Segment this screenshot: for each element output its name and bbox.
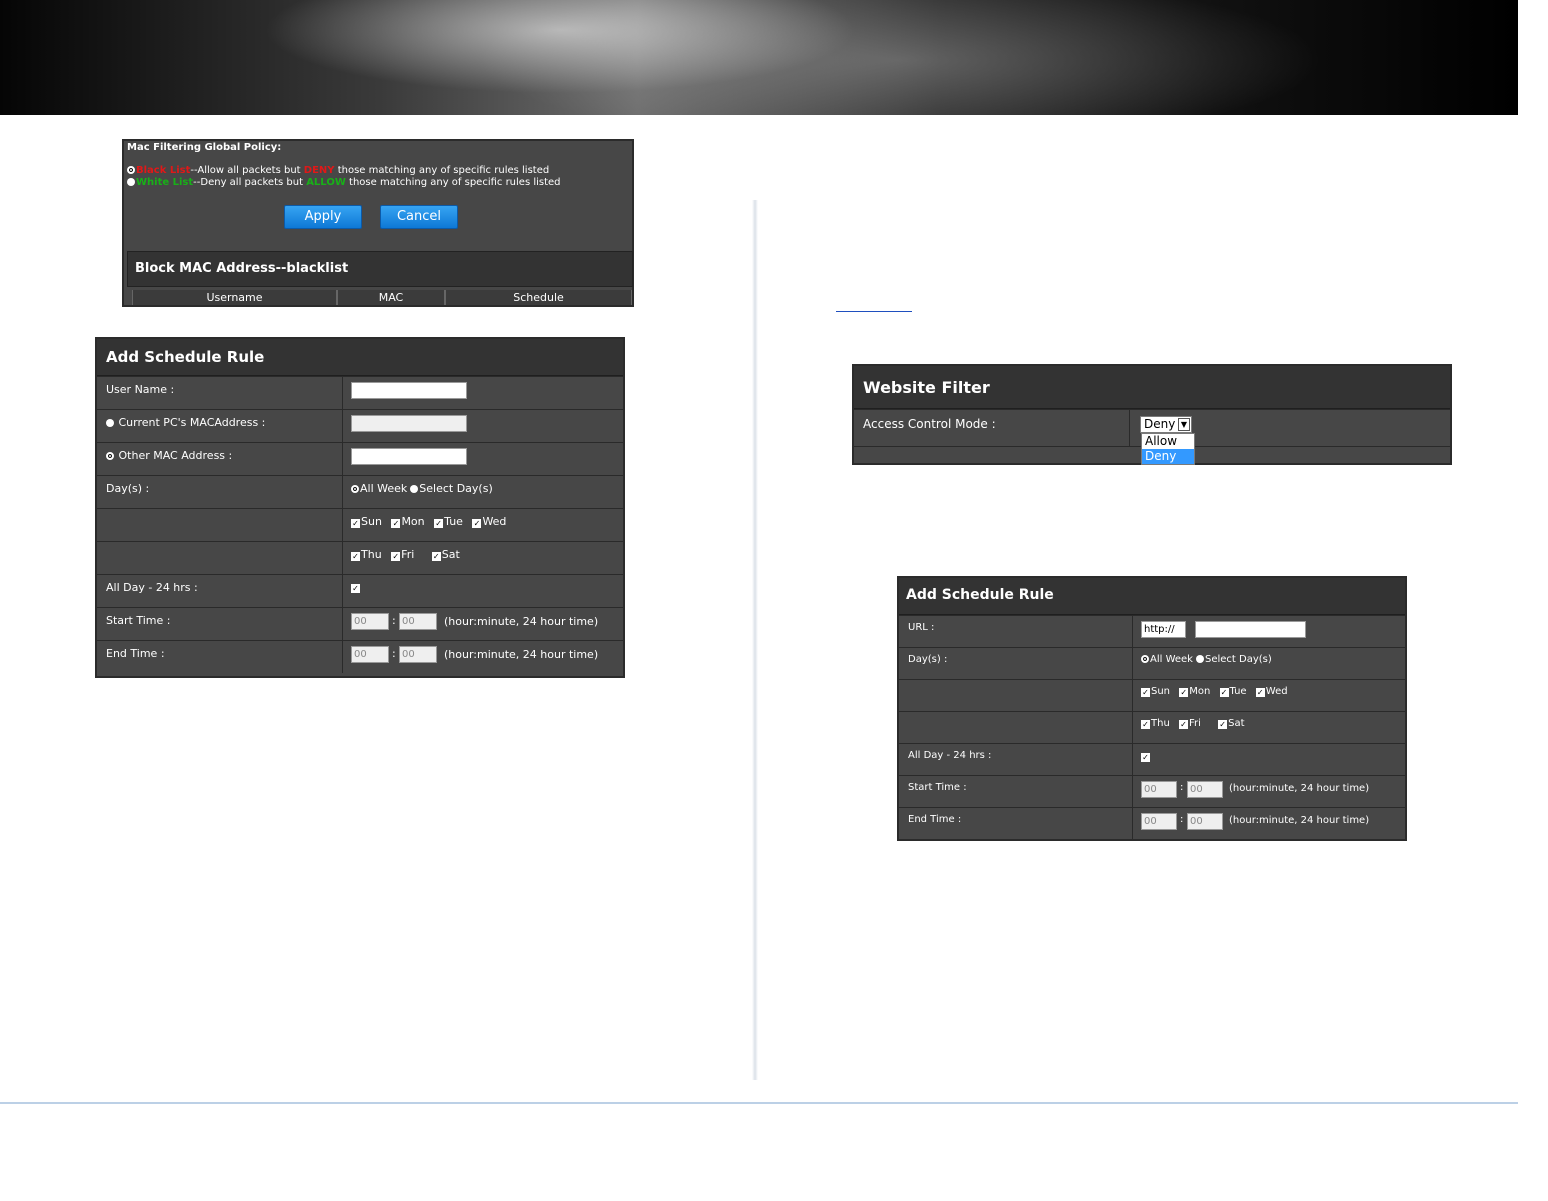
- url-wed-checkbox[interactable]: ✓: [1255, 688, 1265, 697]
- url-start-time-label: Start Time :: [899, 776, 1133, 807]
- days-row: Day(s) : All Week Select Day(s): [97, 475, 623, 508]
- url-start-time-hint: (hour:minute, 24 hour time): [1229, 783, 1370, 794]
- all-week-radio[interactable]: [351, 485, 359, 493]
- option-allow[interactable]: Allow: [1142, 434, 1194, 449]
- url-tue-checkbox[interactable]: ✓: [1219, 688, 1229, 697]
- url-end-hour-input[interactable]: 00: [1141, 813, 1177, 830]
- end-minute-input[interactable]: 00: [399, 646, 437, 663]
- current-mac-row: Current PC's MACAddress :: [97, 409, 623, 442]
- url-start-time-row: Start Time : 00 : 00 (hour:minute, 24 ho…: [899, 775, 1405, 807]
- end-time-label: End Time :: [97, 641, 343, 673]
- other-mac-input[interactable]: [351, 448, 467, 465]
- start-time-label: Start Time :: [97, 608, 343, 640]
- access-mode-select[interactable]: Deny ▼: [1140, 416, 1192, 433]
- url-select-days-radio[interactable]: [1195, 655, 1204, 663]
- column-schedule: Schedule: [445, 290, 632, 305]
- mon-checkbox[interactable]: ✓: [391, 519, 401, 528]
- url-fri-checkbox[interactable]: ✓: [1178, 720, 1188, 729]
- start-minute-input[interactable]: 00: [399, 613, 437, 630]
- url-days-checkbox-row-1: ✓ Sun ✓ Mon ✓ Tue ✓ Wed: [899, 679, 1405, 711]
- mac-schedule-title: Add Schedule Rule: [97, 339, 623, 376]
- url-all-day-row: All Day - 24 hrs : ✓: [899, 743, 1405, 775]
- days-checkbox-row-2: ✓ Thu ✓ Fri ✓ Sat: [97, 541, 623, 574]
- end-hour-input[interactable]: 00: [351, 646, 389, 663]
- url-days-label: Day(s) :: [899, 648, 1133, 679]
- apply-button[interactable]: Apply: [284, 205, 362, 229]
- url-mon-checkbox[interactable]: ✓: [1179, 688, 1189, 697]
- header-banner: [0, 0, 1518, 115]
- blocklist-title: Block MAC Address--blacklist: [127, 251, 633, 287]
- url-schedule-title: Add Schedule Rule: [899, 578, 1405, 615]
- access-mode-options: Allow Deny: [1141, 433, 1195, 465]
- url-start-hour-input[interactable]: 00: [1141, 781, 1177, 798]
- url-end-time-label: End Time :: [899, 808, 1133, 839]
- mac-filtering-panel: Mac Filtering Global Policy: Black List-…: [122, 139, 634, 307]
- current-mac-radio[interactable]: [106, 419, 114, 427]
- column-username: Username: [132, 290, 337, 305]
- url-sat-checkbox[interactable]: ✓: [1218, 720, 1228, 729]
- all-day-label: All Day - 24 hrs :: [97, 575, 343, 607]
- fri-checkbox[interactable]: ✓: [391, 552, 401, 561]
- url-all-week-radio[interactable]: [1141, 655, 1149, 663]
- tue-checkbox[interactable]: ✓: [434, 519, 444, 528]
- website-filter-title: Website Filter: [854, 366, 1450, 409]
- blacklist-option[interactable]: Black List--Allow all packets but DENY t…: [127, 165, 549, 176]
- url-days-checkbox-row-2: ✓ Thu ✓ Fri ✓ Sat: [899, 711, 1405, 743]
- cancel-button[interactable]: Cancel: [380, 205, 458, 229]
- other-mac-row: Other MAC Address :: [97, 442, 623, 475]
- current-mac-option[interactable]: Current PC's MACAddress :: [97, 410, 343, 442]
- document-link-underline[interactable]: [836, 311, 912, 312]
- all-day-checkbox[interactable]: ✓: [351, 584, 360, 593]
- blacklist-radio[interactable]: [127, 166, 135, 174]
- url-thu-checkbox[interactable]: ✓: [1141, 720, 1150, 729]
- user-name-row: User Name :: [97, 376, 623, 409]
- start-time-row: Start Time : 00 : 00 (hour:minute, 24 ho…: [97, 607, 623, 640]
- url-row: URL : http://: [899, 615, 1405, 647]
- blocklist-columns: Username MAC Schedule: [132, 290, 632, 305]
- url-end-time-row: End Time : 00 : 00 (hour:minute, 24 hour…: [899, 807, 1405, 839]
- url-all-day-checkbox[interactable]: ✓: [1141, 753, 1150, 762]
- other-mac-option[interactable]: Other MAC Address :: [97, 443, 343, 475]
- end-time-row: End Time : 00 : 00 (hour:minute, 24 hour…: [97, 640, 623, 673]
- url-input[interactable]: [1195, 621, 1306, 638]
- whitelist-option[interactable]: White List--Deny all packets but ALLOW t…: [127, 177, 561, 188]
- url-schedule-rule-panel: Add Schedule Rule URL : http:// Day(s) :…: [897, 576, 1407, 841]
- user-name-label: User Name :: [97, 377, 343, 409]
- wed-checkbox[interactable]: ✓: [472, 519, 482, 528]
- url-start-minute-input[interactable]: 00: [1187, 781, 1223, 798]
- thu-checkbox[interactable]: ✓: [351, 552, 360, 561]
- whitelist-radio[interactable]: [127, 178, 135, 186]
- end-time-hint: (hour:minute, 24 hour time): [444, 648, 599, 661]
- start-time-hint: (hour:minute, 24 hour time): [444, 615, 599, 628]
- access-mode-label: Access Control Mode :: [854, 410, 1130, 446]
- sun-checkbox[interactable]: ✓: [351, 519, 360, 528]
- url-days-row: Day(s) : All Week Select Day(s): [899, 647, 1405, 679]
- other-mac-radio[interactable]: [106, 452, 114, 460]
- column-mac: MAC: [337, 290, 445, 305]
- url-sun-checkbox[interactable]: ✓: [1141, 688, 1150, 697]
- option-deny[interactable]: Deny: [1142, 449, 1194, 464]
- all-day-row: All Day - 24 hrs : ✓: [97, 574, 623, 607]
- current-mac-input[interactable]: [351, 415, 467, 432]
- days-checkbox-row-1: ✓ Sun ✓ Mon ✓ Tue ✓ Wed: [97, 508, 623, 541]
- url-end-time-hint: (hour:minute, 24 hour time): [1229, 815, 1370, 826]
- url-end-minute-input[interactable]: 00: [1187, 813, 1223, 830]
- footer-line: [0, 1102, 1518, 1104]
- mac-schedule-rule-panel: Add Schedule Rule User Name : Current PC…: [95, 337, 625, 678]
- url-label: URL :: [899, 616, 1133, 647]
- mac-policy-title: Mac Filtering Global Policy:: [127, 142, 282, 153]
- url-all-day-label: All Day - 24 hrs :: [899, 744, 1133, 775]
- user-name-input[interactable]: [351, 382, 467, 399]
- url-prefix-input[interactable]: http://: [1141, 621, 1186, 638]
- start-hour-input[interactable]: 00: [351, 613, 389, 630]
- days-label: Day(s) :: [97, 476, 343, 508]
- select-days-radio[interactable]: [410, 485, 419, 493]
- page-divider: [752, 200, 758, 1080]
- sat-checkbox[interactable]: ✓: [431, 552, 441, 561]
- chevron-down-icon[interactable]: ▼: [1178, 418, 1190, 431]
